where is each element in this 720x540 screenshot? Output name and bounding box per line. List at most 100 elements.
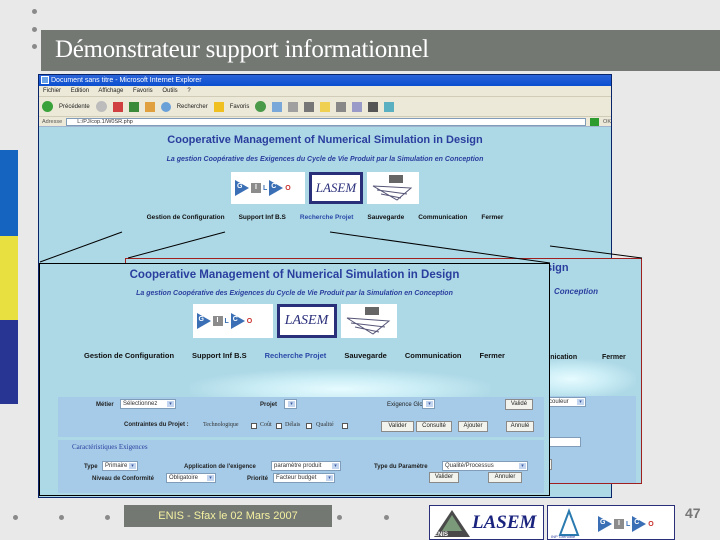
slide-title-bar: Démonstrateur support informationnel	[41, 30, 720, 71]
front-logos-row: G I L C O LASEM	[40, 304, 549, 338]
metier-select[interactable]: Sélectionnez ▾	[120, 399, 176, 409]
edit-icon[interactable]	[304, 101, 315, 112]
footer-lasem-logo: ENIS LASEM	[429, 505, 544, 540]
print-icon[interactable]	[288, 101, 299, 112]
folder-icon[interactable]	[320, 101, 331, 112]
go-button[interactable]: OK	[603, 117, 611, 127]
nav-recherche-projet[interactable]: Recherche Projet	[300, 214, 353, 221]
footer-dot	[13, 515, 18, 520]
footer-inp-gilco-logo: INP Grenoble G I L C O	[547, 505, 675, 540]
dps-logo-icon	[372, 175, 413, 201]
front-nav-communication[interactable]: Communication	[405, 351, 462, 360]
metier-label: Métier	[96, 402, 114, 408]
bullet-dot	[32, 9, 37, 14]
gilco-l: L	[263, 184, 268, 192]
color-band-blue	[0, 150, 18, 236]
menu-favoris[interactable]: Favoris	[133, 88, 153, 94]
back-icon[interactable]	[42, 101, 53, 112]
msn-icon[interactable]	[384, 101, 395, 112]
history-icon[interactable]	[255, 101, 267, 112]
niveau-select[interactable]: Obligatoire ▾	[166, 473, 216, 483]
application-label: Application de l'exigence	[184, 464, 256, 470]
menu-outils[interactable]: Outils	[162, 88, 177, 94]
gilco-i: I	[212, 316, 223, 326]
priorite-select[interactable]: Facteur budget ▾	[273, 473, 335, 483]
footer-dot	[105, 515, 110, 520]
footer-inp-label: INP Grenoble	[551, 534, 576, 539]
refresh-icon[interactable]	[128, 101, 139, 112]
mail-icon[interactable]	[272, 101, 283, 112]
stop-icon[interactable]	[112, 101, 123, 112]
front-page-nav: Gestion de Configuration Support Inf B.S…	[40, 351, 549, 360]
checkbox-label-technologique: Technologique	[203, 422, 239, 428]
nav-gestion-configuration[interactable]: Gestion de Configuration	[147, 214, 225, 221]
checkbox-technologique[interactable]	[251, 423, 257, 429]
browser-menu-bar: Fichier Edition Affichage Favoris Outils…	[39, 86, 611, 97]
address-label: Adresse	[42, 118, 63, 125]
priorite-label: Priorité	[247, 476, 269, 482]
menu-fichier[interactable]: Fichier	[43, 88, 61, 94]
valider-button-top[interactable]: Valider	[381, 421, 414, 432]
front-nav-support-inf[interactable]: Support Inf B.S	[192, 351, 247, 360]
nav-support-inf[interactable]: Support Inf B.S	[239, 214, 286, 221]
address-input[interactable]: L:/PJ/cop.1/W0SR.php	[66, 117, 587, 126]
page-number: 47	[685, 505, 701, 521]
logos-row: G I L C O LASEM	[39, 172, 611, 204]
niveau-label: Niveau de Conformité	[92, 476, 155, 482]
checkbox-qualite[interactable]	[342, 423, 348, 429]
nav-sauvegarde[interactable]: Sauvegarde	[367, 214, 404, 221]
k-icon[interactable]	[336, 101, 347, 112]
type-parametre-select[interactable]: Qualité/Processus ▾	[442, 461, 528, 471]
address-bar: Adresse L:/PJ/cop.1/W0SR.php OK	[39, 117, 611, 127]
home-icon[interactable]	[144, 101, 155, 112]
menu-help[interactable]: ?	[187, 88, 190, 94]
valider-button-bottom[interactable]: Valider	[429, 472, 459, 483]
menu-edition[interactable]: Edition	[71, 88, 89, 94]
bullet-dot	[32, 27, 37, 32]
bullet-dot	[32, 44, 37, 49]
browser-toolbar: Précédente Rechercher Favoris	[39, 97, 611, 117]
back-button-label[interactable]: Précédente	[59, 104, 90, 110]
application-select[interactable]: paramètre produit ▾	[271, 461, 341, 471]
menu-affichage[interactable]: Affichage	[98, 88, 123, 94]
valide-button[interactable]: Validé	[505, 399, 533, 410]
research-icon[interactable]	[352, 101, 363, 112]
consulte-button[interactable]: Consulté	[416, 421, 452, 432]
annuler-button[interactable]: Annuler	[488, 472, 522, 483]
exigence-globale-select[interactable]: ▾	[422, 399, 435, 409]
page-heading: Cooperative Management of Numerical Simu…	[167, 134, 483, 146]
search-button-label[interactable]: Rechercher	[177, 104, 208, 110]
color-band-navy	[0, 320, 18, 404]
forward-icon[interactable]	[95, 101, 107, 112]
front-nav-recherche-projet[interactable]: Recherche Projet	[265, 351, 327, 360]
gilco-triangle-icon: G	[196, 313, 211, 329]
checkbox-label-cout: Coût	[260, 422, 272, 428]
footer-lasem-text: LASEM	[472, 512, 537, 533]
ajouter-button[interactable]: Ajouter	[458, 421, 488, 432]
section-title: Caractéristiques Exigences	[72, 443, 148, 451]
type-select[interactable]: Primaire ▾	[102, 461, 138, 471]
front-nav-fermer[interactable]: Fermer	[480, 351, 505, 360]
gilco-triangle-icon: C	[632, 516, 647, 532]
footer-dot	[59, 515, 64, 520]
type-label: Type	[84, 464, 98, 470]
gilco-triangle-icon: G	[235, 180, 249, 196]
favorites-star-icon[interactable]	[213, 101, 224, 112]
go-icon[interactable]	[590, 117, 600, 126]
checkbox-label-delais: Délais	[285, 422, 301, 428]
front-nav-sauvegarde[interactable]: Sauvegarde	[344, 351, 387, 360]
annule-button[interactable]: Annulé	[506, 421, 534, 432]
nav-fermer[interactable]: Fermer	[481, 214, 503, 221]
search-icon[interactable]	[160, 101, 171, 112]
dps-logo-icon	[346, 307, 390, 335]
checkbox-delais[interactable]	[306, 423, 312, 429]
gilco-o: O	[285, 184, 291, 192]
contraintes-label: Contraintes du Projet :	[124, 422, 189, 428]
favorites-button-label[interactable]: Favoris	[230, 104, 250, 110]
messenger-icon[interactable]	[368, 101, 379, 112]
front-nav-gestion-configuration[interactable]: Gestion de Configuration	[84, 351, 174, 360]
checkbox-cout[interactable]	[276, 423, 282, 429]
footer-enis-label: ENIS	[434, 532, 449, 538]
nav-communication[interactable]: Communication	[418, 214, 467, 221]
projet-select[interactable]: ▾	[284, 399, 297, 409]
